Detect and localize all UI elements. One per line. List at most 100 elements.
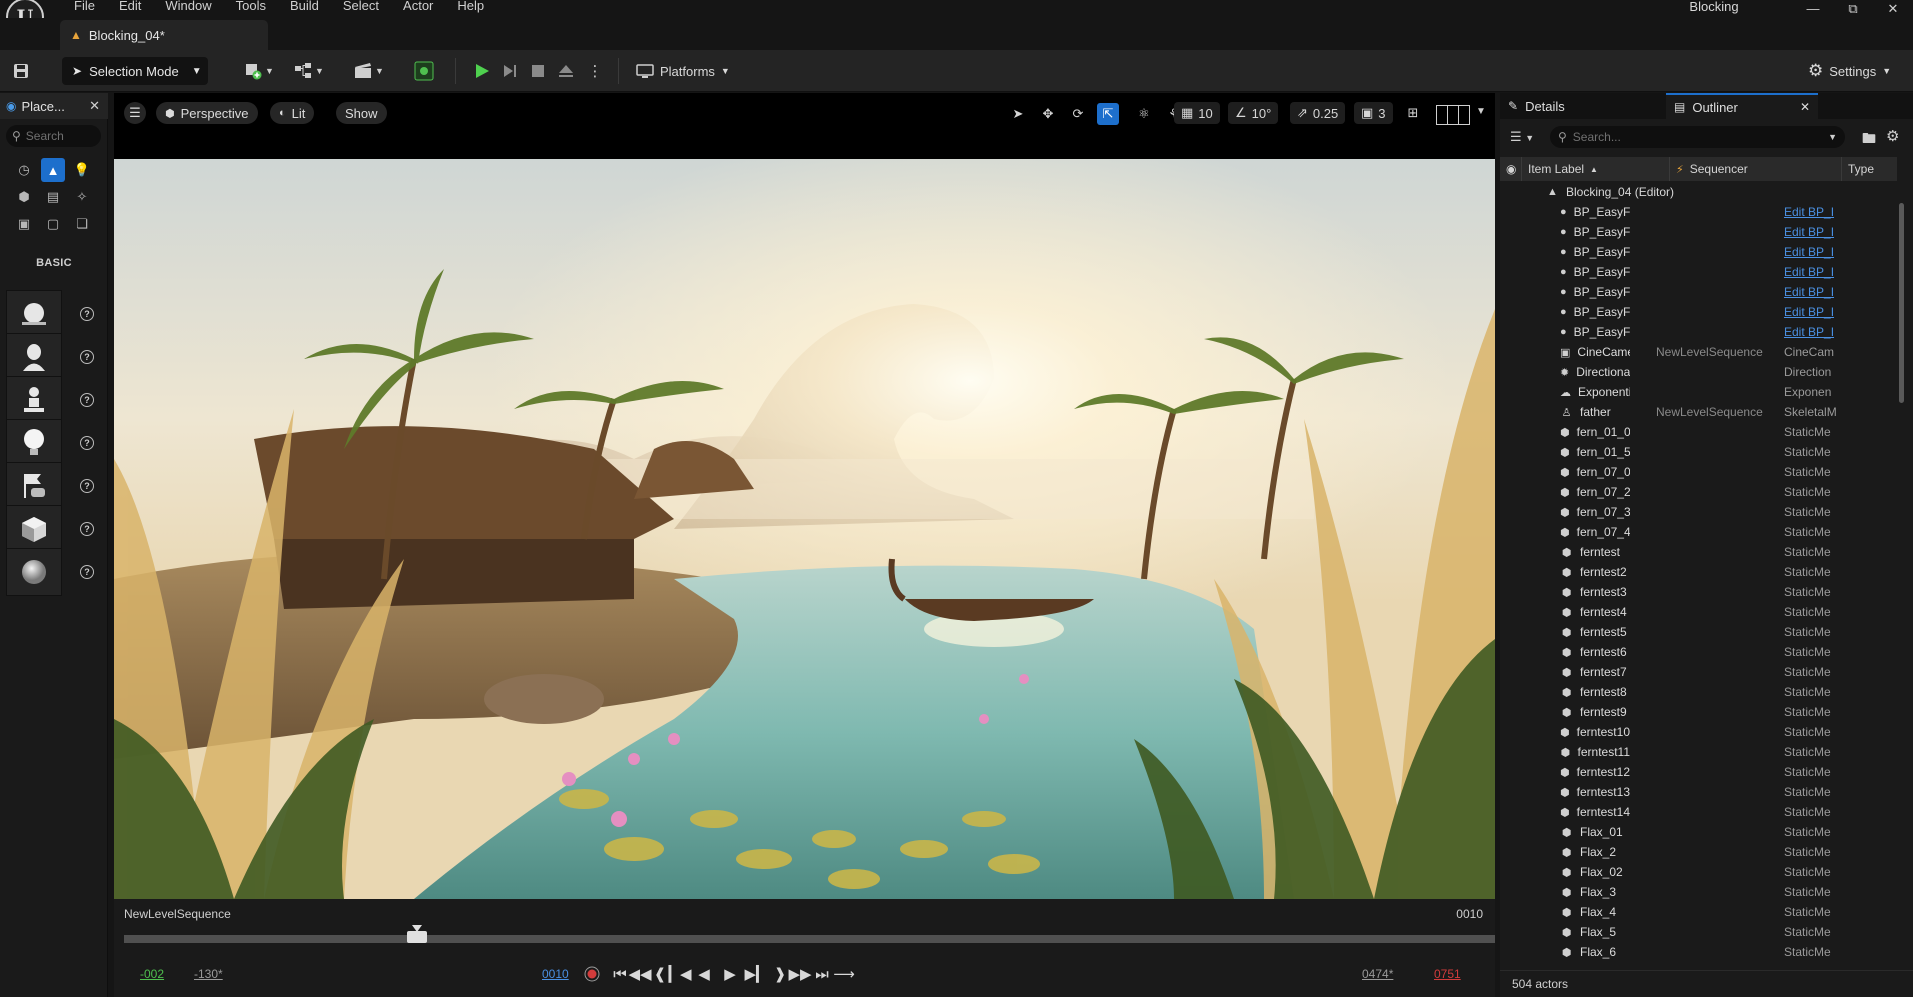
loop-icon[interactable]: ⟶ xyxy=(833,963,855,985)
play-options-icon[interactable]: ⋮ xyxy=(588,60,603,82)
step-back-icon[interactable]: ▎◀ xyxy=(668,963,691,985)
column-type[interactable]: Type xyxy=(1842,157,1897,181)
translate-tool-icon[interactable]: ✥ xyxy=(1037,103,1059,125)
actor-empty[interactable]: ? xyxy=(6,290,102,338)
outliner-row[interactable]: ⬢ ferntest6 StaticMe xyxy=(1500,642,1897,662)
outliner-row[interactable]: ⬢ ferntest13 StaticMe xyxy=(1500,782,1897,802)
perspective-button[interactable]: ⬢ Perspective xyxy=(156,102,258,124)
outliner-scrollbar[interactable] xyxy=(1899,203,1904,403)
edit-blueprint-link[interactable]: Edit BP_I xyxy=(1784,285,1836,299)
restore-icon[interactable]: ⧉ xyxy=(1833,0,1873,18)
lit-button[interactable]: ◐ Lit xyxy=(270,102,315,124)
mode-icon[interactable] xyxy=(412,60,436,82)
record-icon[interactable] xyxy=(582,963,602,985)
level-tab[interactable]: ▲ Blocking_04* xyxy=(60,20,268,50)
actor-pawn[interactable]: ? xyxy=(6,376,102,424)
outliner-row[interactable]: ⬢ ferntest3 StaticMe xyxy=(1500,582,1897,602)
outliner-row[interactable]: ● BP_EasyFog15 Edit BP_I xyxy=(1500,322,1897,342)
scale-tool-icon[interactable]: ⇱ xyxy=(1097,103,1119,125)
menu-tools[interactable]: Tools xyxy=(224,0,278,14)
help-icon[interactable]: ? xyxy=(80,522,94,536)
outliner-row[interactable]: ⬢ Flax_2 StaticMe xyxy=(1500,842,1897,862)
outliner-row[interactable]: ⬢ ferntest4 StaticMe xyxy=(1500,602,1897,622)
outliner-row[interactable]: ⬢ ferntest14 StaticMe xyxy=(1500,802,1897,822)
outliner-row[interactable]: ⬢ ferntest8 StaticMe xyxy=(1500,682,1897,702)
place-actors-tab[interactable]: ◉ Place... ✕ xyxy=(0,93,108,119)
outliner-row[interactable]: ⬢ fern_07_3 StaticMe xyxy=(1500,502,1897,522)
save-icon[interactable] xyxy=(10,60,32,82)
start-frame[interactable]: -002 xyxy=(140,967,164,981)
outliner-search[interactable]: ⚲ ▼ xyxy=(1550,126,1845,148)
visibility-eye-icon[interactable]: ◉ xyxy=(1500,157,1522,181)
settings-dropdown[interactable]: ⚙ Settings ▼ xyxy=(1808,57,1908,85)
world-space-icon[interactable]: ⚛ xyxy=(1133,103,1155,125)
outliner-row[interactable]: ● BP_EasyFog9 Edit BP_I xyxy=(1500,202,1897,222)
close-icon[interactable]: ✕ xyxy=(89,98,100,114)
next-frame-icon[interactable]: ▶▶ xyxy=(788,963,811,985)
chevron-down-icon[interactable]: ▼ xyxy=(1476,106,1486,117)
outliner-row[interactable]: ✹ DirectionalLight Direction xyxy=(1500,362,1897,382)
add-actor-icon[interactable]: ▼ xyxy=(240,60,278,82)
menu-window[interactable]: Window xyxy=(153,0,223,14)
outliner-row[interactable]: ♙ father NewLevelSequence SkeletalM xyxy=(1500,402,1897,422)
viewport-scene-render[interactable] xyxy=(114,159,1495,899)
actor-point-light[interactable]: ? xyxy=(6,419,102,467)
advance-frame-icon[interactable] xyxy=(498,60,522,82)
edit-blueprint-link[interactable]: Edit BP_I xyxy=(1784,205,1836,219)
tab-outliner[interactable]: ▤ Outliner ✕ xyxy=(1666,93,1818,119)
help-icon[interactable]: ? xyxy=(80,393,94,407)
outliner-row[interactable]: ● BP_EasyFog11 Edit BP_I xyxy=(1500,242,1897,262)
outliner-row[interactable]: ☁ ExponentialHeig Exponen xyxy=(1500,382,1897,402)
volumes-icon[interactable]: ▢ xyxy=(41,212,65,236)
help-icon[interactable]: ? xyxy=(80,479,94,493)
next-key-icon[interactable]: ❱ xyxy=(770,963,790,985)
outliner-row[interactable]: ⬢ ferntest12 StaticMe xyxy=(1500,762,1897,782)
play-forward-icon[interactable]: ▶ xyxy=(720,963,740,985)
basic-shapes-icon[interactable]: ▲ xyxy=(41,158,65,182)
menu-select[interactable]: Select xyxy=(331,0,391,14)
outliner-row[interactable]: ● BP_EasyFog10 Edit BP_I xyxy=(1500,222,1897,242)
help-icon[interactable]: ? xyxy=(80,565,94,579)
gear-icon[interactable]: ⚙ xyxy=(1886,127,1899,145)
outliner-row[interactable]: ⬢ fern_01_03 StaticMe xyxy=(1500,422,1897,442)
new-folder-icon[interactable]: 🖿 xyxy=(1862,128,1876,152)
edit-blueprint-link[interactable]: Edit BP_I xyxy=(1784,305,1836,319)
outliner-row[interactable]: ⬢ Flax_4 StaticMe xyxy=(1500,902,1897,922)
close-icon[interactable]: ✕ xyxy=(1800,100,1810,114)
column-item-label[interactable]: Item Label ▲ xyxy=(1522,157,1670,181)
outliner-row[interactable]: ⬢ ferntest11 StaticMe xyxy=(1500,742,1897,762)
outliner-row[interactable]: ● BP_EasyFog13 Edit BP_I xyxy=(1500,282,1897,302)
tab-details[interactable]: ✎ Details xyxy=(1500,93,1664,119)
all-classes-icon[interactable]: ❏ xyxy=(70,212,94,236)
place-actors-search-input[interactable] xyxy=(25,129,96,143)
playhead-handle[interactable] xyxy=(407,931,428,943)
outliner-search-input[interactable] xyxy=(1572,130,1813,144)
menu-actor[interactable]: Actor xyxy=(391,0,445,14)
viewport-layout-icon[interactable] xyxy=(1436,105,1470,125)
outliner-row[interactable]: ⬢ Flax_5 StaticMe xyxy=(1500,922,1897,942)
edit-blueprint-link[interactable]: Edit BP_I xyxy=(1784,325,1836,339)
menu-edit[interactable]: Edit xyxy=(107,0,153,14)
help-icon[interactable]: ? xyxy=(80,350,94,364)
edit-blueprint-link[interactable]: Edit BP_I xyxy=(1784,265,1836,279)
view-end-frame[interactable]: 0474* xyxy=(1362,967,1393,981)
show-button[interactable]: Show xyxy=(336,102,387,124)
rotate-tool-icon[interactable]: ⟳ xyxy=(1067,103,1089,125)
geometry-icon[interactable]: ▣ xyxy=(12,212,36,236)
cinematics-icon[interactable]: ▼ xyxy=(350,60,388,82)
outliner-row[interactable]: ⬢ fern_07_2 StaticMe xyxy=(1500,482,1897,502)
layout-icon[interactable]: ⊞ xyxy=(1402,102,1424,124)
actor-player-start[interactable]: ? xyxy=(6,462,102,510)
outliner-row[interactable]: ⬢ ferntest StaticMe xyxy=(1500,542,1897,562)
jump-to-start-icon[interactable]: ⏮ xyxy=(610,963,630,985)
menu-build[interactable]: Build xyxy=(278,0,331,14)
outliner-row[interactable]: ⬢ ferntest9 StaticMe xyxy=(1500,702,1897,722)
previous-frame-icon[interactable]: ❰ xyxy=(650,963,670,985)
outliner-row[interactable]: ▣ CineCameraActc NewLevelSequence CineCam xyxy=(1500,342,1897,362)
eject-icon[interactable] xyxy=(554,60,578,82)
selection-mode-dropdown[interactable]: ➤ Selection Mode ▼ xyxy=(62,57,208,85)
outliner-row[interactable]: ⬢ Flax_3 StaticMe xyxy=(1500,882,1897,902)
level-viewport[interactable]: ☰ ⬢ Perspective ◐ Lit Show ➤ ✥ ⟳ ⇱ ⚛ ⚘ ▦… xyxy=(114,93,1495,997)
outliner-row[interactable]: ⬢ Flax_02 StaticMe xyxy=(1500,862,1897,882)
cinematic-icon[interactable]: ▤ xyxy=(41,185,65,209)
